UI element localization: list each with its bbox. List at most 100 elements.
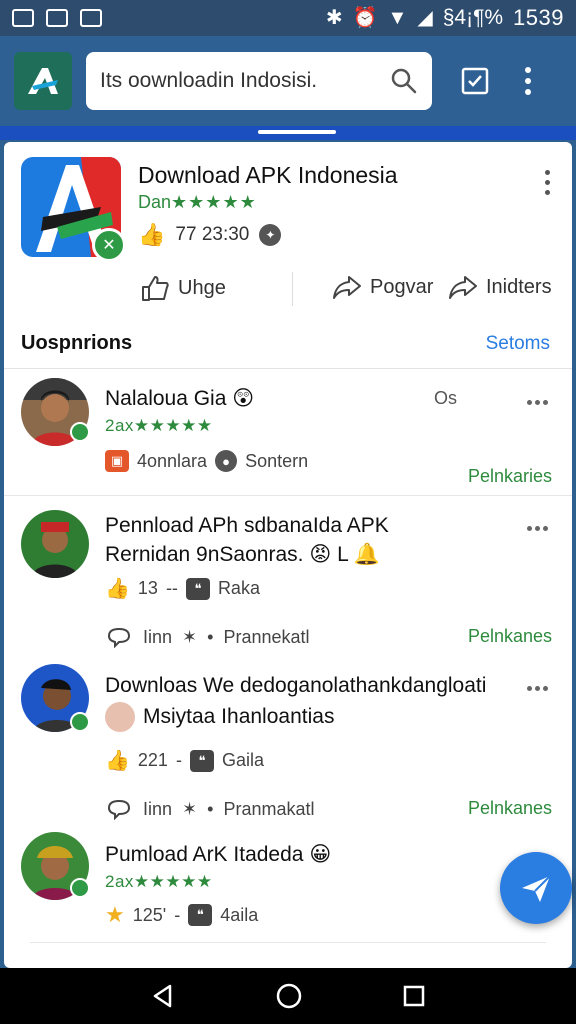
action-divider bbox=[292, 272, 293, 306]
emoji-icon: 😲 bbox=[232, 387, 255, 410]
drag-handle[interactable] bbox=[258, 130, 336, 134]
quote-icon: ❝ bbox=[189, 749, 214, 772]
tasks-button[interactable] bbox=[458, 64, 492, 98]
recents-icon[interactable] bbox=[402, 984, 426, 1008]
chat-icon: ● bbox=[215, 450, 238, 472]
comment-row: Pumload ArK Itadeda 😀 2ax★★★★★ ★ 125' - … bbox=[4, 832, 572, 968]
online-badge-icon bbox=[70, 878, 90, 898]
reply-icon bbox=[107, 627, 131, 648]
like-button[interactable]: Uhge bbox=[140, 274, 226, 302]
comment-tag[interactable]: Os bbox=[434, 388, 457, 409]
comment-meta: 👍 13 -- ❝ Raka bbox=[105, 577, 260, 600]
search-input[interactable] bbox=[100, 69, 390, 93]
battery-text: §4¡¶% bbox=[442, 6, 504, 29]
verified-badge-icon: ✕ bbox=[92, 228, 126, 262]
meta-label: Sontern bbox=[245, 450, 309, 471]
section-divider bbox=[4, 368, 572, 369]
logo-icon bbox=[28, 68, 58, 94]
comment-text-line: Msiytaa Ihanloantias bbox=[105, 702, 334, 732]
app-notification-icon bbox=[80, 9, 102, 27]
comment-meta: ▣ 4onnlara ● Sontern bbox=[105, 450, 308, 472]
home-icon[interactable] bbox=[275, 982, 303, 1010]
media-icon: ▣ bbox=[105, 450, 129, 472]
alarm-icon: ⏰ bbox=[352, 7, 378, 29]
online-badge-icon bbox=[70, 422, 90, 442]
send-icon bbox=[522, 875, 551, 902]
mail-icon bbox=[46, 9, 68, 27]
comment-row: Pennload APh sdbanaIda APK Rernidan 9nSa… bbox=[4, 496, 572, 656]
share-icon bbox=[333, 276, 361, 299]
thumbs-up-icon: 👍 bbox=[138, 222, 166, 247]
reply-icon bbox=[107, 799, 131, 820]
section-link[interactable]: Setoms bbox=[486, 333, 550, 355]
like-label: Uhge bbox=[178, 276, 226, 299]
back-icon[interactable] bbox=[150, 983, 176, 1009]
comment-author: Nalaloua Gia 😲 bbox=[105, 387, 255, 410]
online-badge-icon bbox=[70, 712, 90, 732]
comment-more-button[interactable] bbox=[527, 686, 548, 691]
quote-icon: ❝ bbox=[188, 904, 213, 926]
overflow-menu-button[interactable] bbox=[518, 67, 538, 95]
comment-link[interactable]: Pelnkaries bbox=[468, 466, 552, 487]
comment-link[interactable]: Pelnkanes bbox=[468, 626, 552, 647]
forward-label: Inidters bbox=[486, 275, 552, 298]
rating-stars: ★★★★★ bbox=[171, 192, 257, 212]
thumbs-up-icon: 👍 bbox=[105, 578, 130, 600]
checkbox-icon bbox=[461, 67, 489, 95]
send-fab-button[interactable] bbox=[500, 852, 572, 924]
comment-row: Downloas We dedoganolathankdangloati Msi… bbox=[4, 662, 572, 832]
comment-more-button[interactable] bbox=[527, 526, 548, 531]
forward-icon bbox=[449, 276, 477, 299]
mention-avatar bbox=[105, 702, 135, 732]
status-bar: ✱ ⏰ ▼ ◢ §4¡¶% 1539 bbox=[0, 0, 576, 36]
forward-button[interactable]: Inidters bbox=[448, 274, 552, 300]
content-card: ✕ Download APK Indonesia Dan★★★★★ 👍 77 2… bbox=[4, 142, 572, 968]
bluetooth-icon: ✱ bbox=[325, 7, 343, 29]
comment-meta: 👍 221 - ❝ Gaila bbox=[105, 749, 264, 772]
comment-rating: 2ax★★★★★ bbox=[105, 416, 213, 435]
comment-text-line: Rernidan 9nSaonras. 😡 L 🔔 bbox=[105, 543, 380, 566]
star-icon: ★ bbox=[105, 902, 125, 927]
share-label: Pogvar bbox=[370, 275, 434, 298]
clock: 1539 bbox=[513, 5, 564, 30]
app-bar bbox=[0, 36, 576, 126]
emoji-icon: 😀 bbox=[309, 843, 332, 866]
comment-meta: ★ 125' - ❝ 4aila bbox=[105, 902, 259, 927]
app-developer: Dan★★★★★ bbox=[138, 192, 257, 213]
thumbs-up-icon: 👍 bbox=[105, 750, 130, 772]
like-icon bbox=[142, 276, 169, 301]
emoji-icon: 🔔 bbox=[353, 543, 380, 566]
notification-icon bbox=[12, 9, 34, 27]
comment-more-button[interactable] bbox=[527, 400, 548, 405]
developer-name: Dan bbox=[138, 192, 172, 212]
comment-text-line: Downloas We dedoganolathankdangloati bbox=[105, 674, 487, 697]
comment-author: Pumload ArK Itadeda 😀 bbox=[105, 843, 332, 866]
system-nav-bar bbox=[0, 968, 576, 1024]
app-time: 77 23:30 bbox=[175, 224, 250, 245]
app-meta: 👍 77 23:30 ✦ bbox=[138, 222, 282, 248]
screen: ✱ ⏰ ▼ ◢ §4¡¶% 1539 Its oownloadin Indosi… bbox=[0, 0, 576, 1024]
app-logo[interactable] bbox=[14, 52, 72, 110]
sparkle-icon: ✶ bbox=[182, 798, 198, 819]
comment-row: Nalaloua Gia 😲 2ax★★★★★ ▣ 4onnlara ● Son… bbox=[4, 370, 572, 496]
row-divider bbox=[30, 942, 546, 943]
app-more-button[interactable] bbox=[545, 170, 550, 195]
avatar[interactable] bbox=[21, 510, 89, 578]
share-button[interactable]: Pogvar bbox=[332, 274, 433, 300]
search-icon[interactable] bbox=[390, 67, 418, 95]
sparkle-icon: ✶ bbox=[182, 626, 198, 647]
comment-text-line: Pennload APh sdbanaIda APK bbox=[105, 514, 389, 537]
signal-icon: ◢ bbox=[417, 7, 433, 29]
comment-rating: 2ax★★★★★ bbox=[105, 872, 213, 891]
comment-link[interactable]: Pelnkanes bbox=[468, 798, 552, 819]
reply-bar[interactable]: Iinn ✶ • Prannekatl bbox=[105, 626, 310, 648]
emoji-icon: 😡 bbox=[309, 543, 332, 566]
reply-bar[interactable]: Iinn ✶ • Pranmakatl bbox=[105, 798, 314, 820]
meta-label: 4onnlara bbox=[137, 450, 208, 471]
quote-icon: ❝ bbox=[185, 577, 210, 600]
search-bar[interactable] bbox=[86, 52, 432, 110]
info-icon[interactable]: ✦ bbox=[259, 224, 282, 246]
wifi-icon: ▼ bbox=[387, 7, 408, 29]
app-title: Download APK Indonesia bbox=[138, 162, 398, 188]
section-title: Uospnrions bbox=[21, 332, 133, 354]
